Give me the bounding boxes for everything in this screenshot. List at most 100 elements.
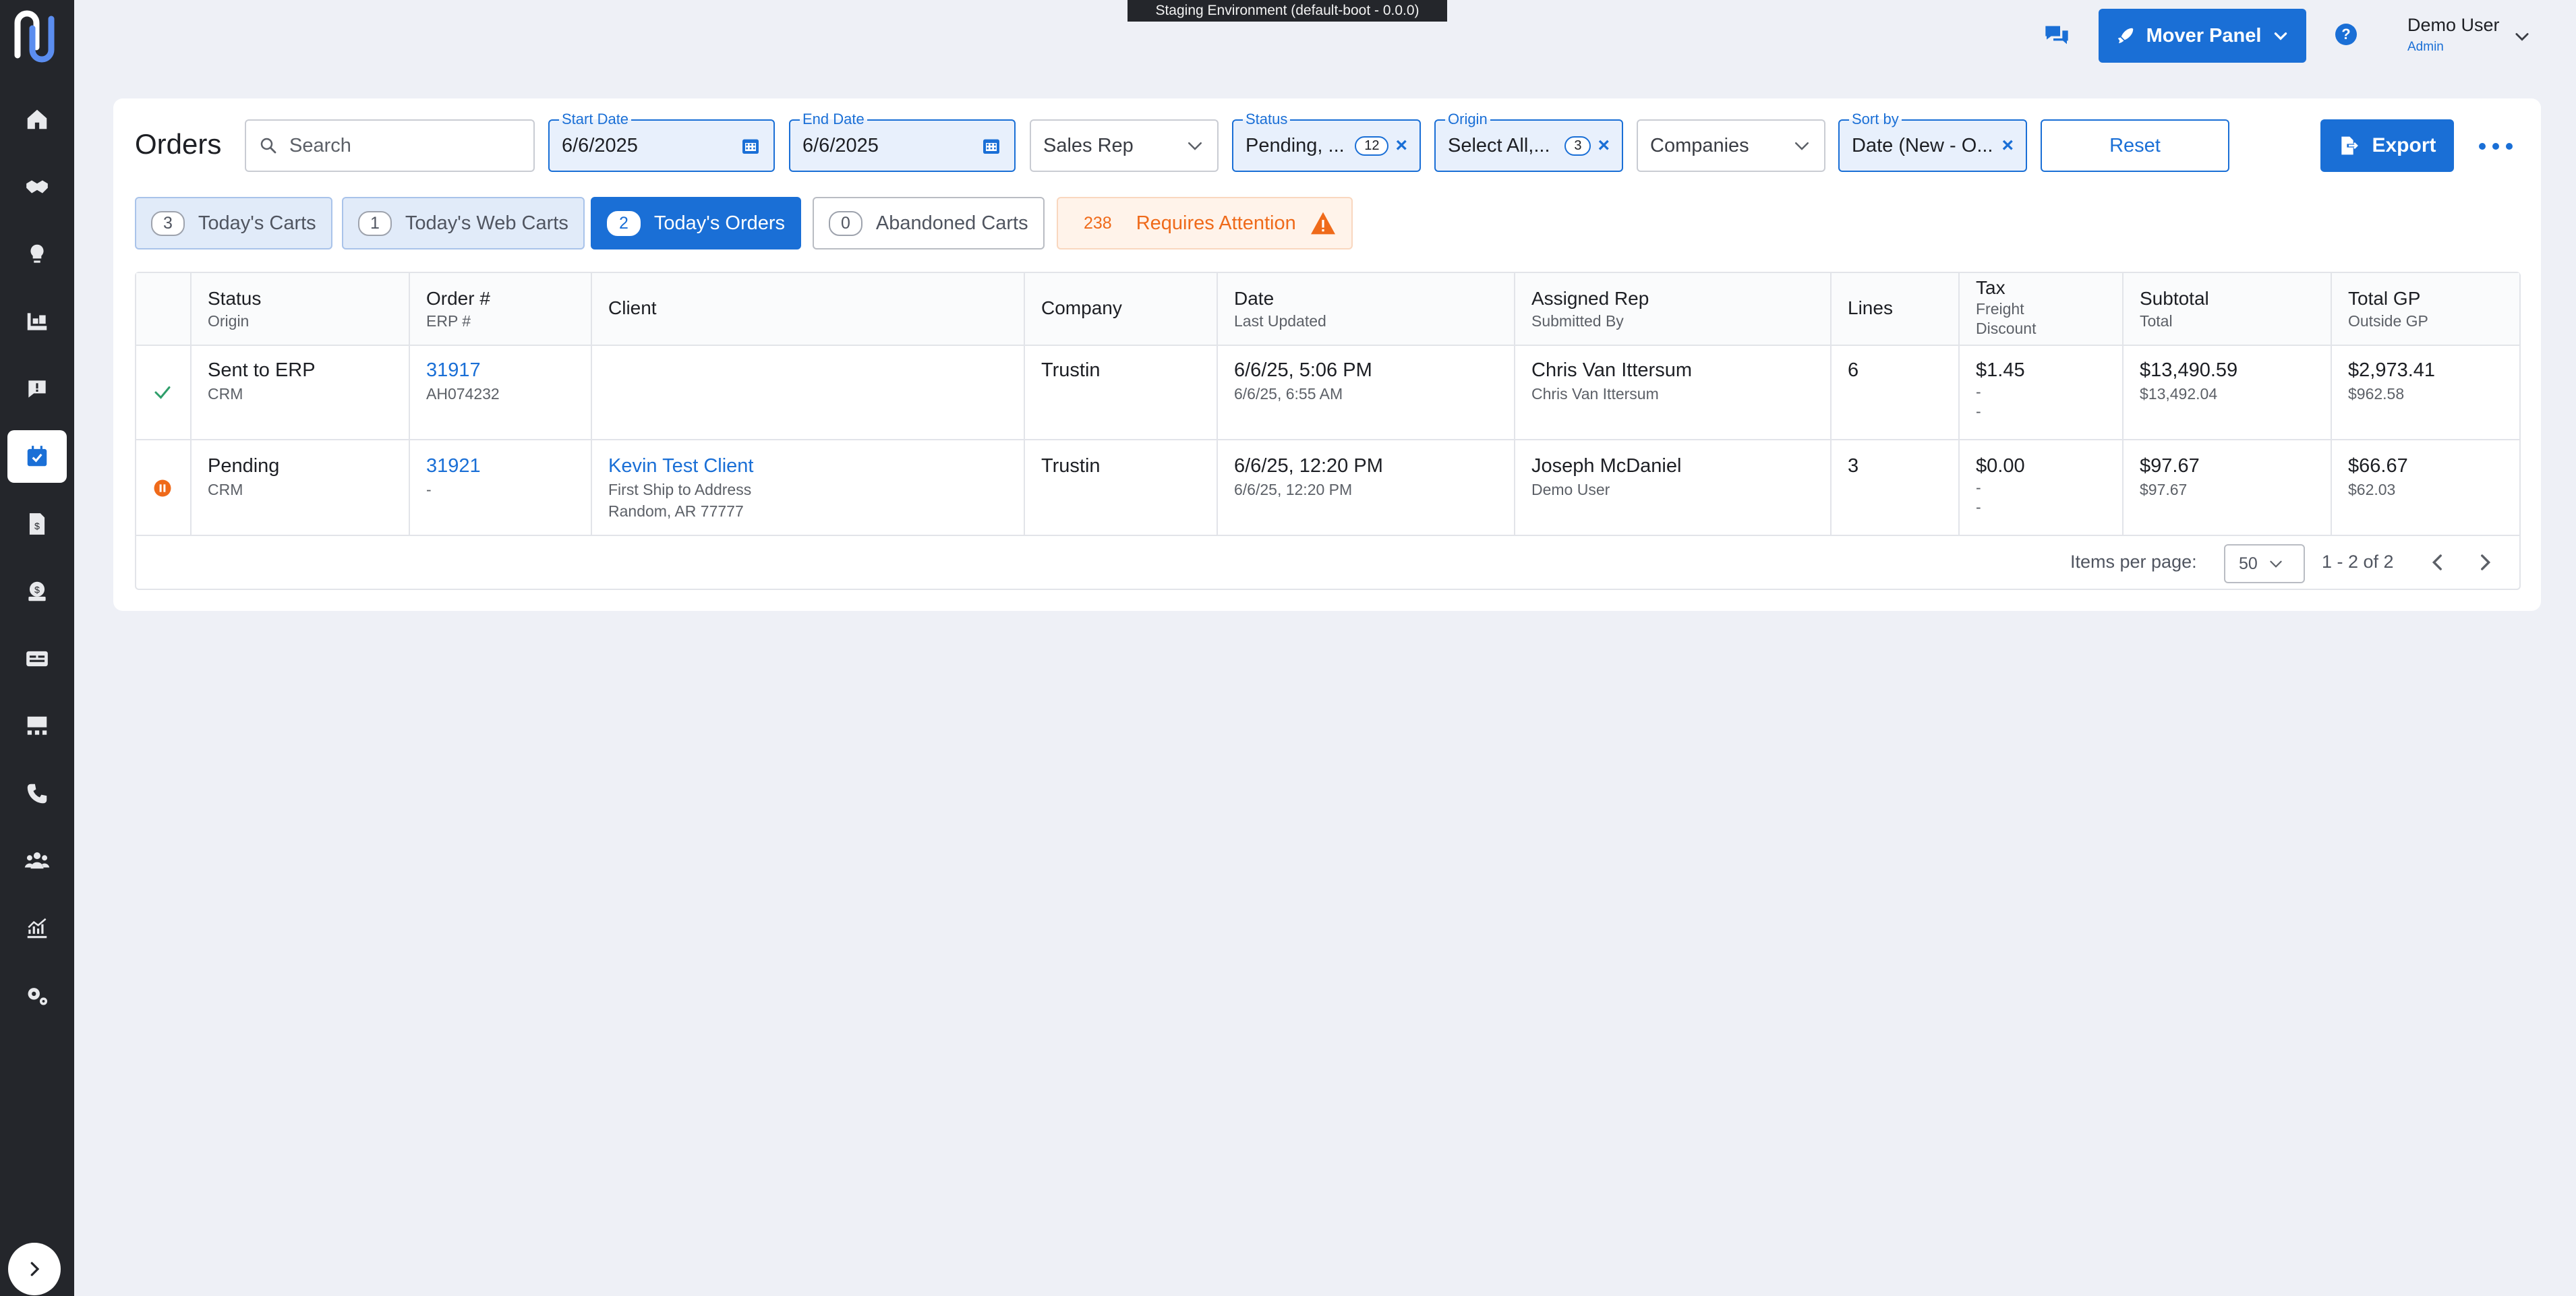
nav-calls[interactable] [7, 767, 67, 820]
nav-team[interactable] [7, 835, 67, 887]
mover-panel-button[interactable]: Mover Panel [2099, 9, 2306, 63]
table-row[interactable]: Pending CRM 31921 - Kevin Test Client Fi… [136, 440, 2519, 536]
cell-client [592, 345, 1025, 439]
nav-settings[interactable] [7, 970, 67, 1022]
end-date-field[interactable]: End Date 6/6/2025 [789, 111, 1016, 172]
user-role: Admin [2407, 40, 2444, 54]
tab-todays-carts[interactable]: 3 Today's Carts [135, 197, 332, 249]
tax-amount: $0.00 [1976, 455, 2025, 477]
calendar-icon[interactable] [980, 135, 1002, 156]
order-status: Pending [208, 455, 280, 477]
export-button[interactable]: Export [2320, 119, 2454, 172]
clear-status-icon[interactable]: × [1395, 134, 1407, 157]
next-page-icon[interactable] [2473, 551, 2496, 574]
tab-label: Today's Orders [653, 212, 786, 234]
help-button[interactable]: ? [2335, 24, 2357, 45]
nav-warehouse[interactable] [7, 295, 67, 348]
sort-by-select[interactable]: Sort by Date (New - O... × [1838, 111, 2027, 172]
header-label: Order # [426, 288, 490, 309]
origin-filter[interactable]: Origin Select All,... 3 × [1434, 111, 1623, 172]
nav-invoices[interactable]: $ [7, 498, 67, 550]
tab-requires-attention[interactable]: 238 Requires Attention [1057, 197, 1353, 249]
orders-table: Status Origin Order # ERP # Client Compa… [135, 272, 2521, 590]
cell-rep: Chris Van Ittersum Chris Van Ittersum [1515, 345, 1832, 439]
status-count-badge: 12 [1355, 136, 1389, 156]
header-label: Tax [1976, 277, 2006, 298]
search-input[interactable] [288, 134, 545, 158]
end-date-label: End Date [800, 111, 867, 128]
start-date-label: Start Date [559, 111, 632, 128]
client-address-line: First Ship to Address [608, 481, 752, 498]
nav-payments[interactable]: $ [7, 565, 67, 618]
tab-todays-web-carts[interactable]: 1 Today's Web Carts [342, 197, 585, 249]
header-sublabel: Outside GP [2348, 312, 2428, 330]
line-count: 6 [1848, 359, 1859, 381]
nav-cards[interactable] [7, 632, 67, 685]
user-chevron-down-icon[interactable] [2513, 27, 2531, 46]
client-link[interactable]: Kevin Test Client [608, 455, 1024, 477]
header-order[interactable]: Order # ERP # [410, 273, 592, 345]
nav-org[interactable] [7, 700, 67, 753]
header-lines[interactable]: Lines [1832, 273, 1960, 345]
header-date[interactable]: Date Last Updated [1218, 273, 1515, 345]
page-title: Orders [135, 128, 222, 160]
nav-ideas[interactable] [7, 228, 67, 281]
settings-icon [28, 988, 48, 1005]
user-menu[interactable]: Demo User Admin [2407, 15, 2500, 55]
cell-lines: 6 [1832, 345, 1960, 439]
phone-icon [27, 784, 47, 804]
header-status[interactable]: Status Origin [192, 273, 410, 345]
dot-icon [2492, 143, 2499, 150]
order-number-link[interactable]: 31921 [426, 455, 591, 477]
expand-sidebar-button[interactable] [8, 1243, 61, 1295]
previous-page-icon[interactable] [2426, 551, 2449, 574]
tab-todays-orders[interactable]: 2 Today's Orders [591, 197, 802, 249]
more-options-button[interactable] [2479, 135, 2513, 158]
start-date-field[interactable]: Start Date 6/6/2025 [548, 111, 775, 172]
calendar-icon[interactable] [740, 135, 761, 156]
outside-gp: $962.58 [2348, 385, 2405, 403]
header-sublabel: ERP # [426, 312, 471, 330]
clear-origin-icon[interactable]: × [1598, 134, 1610, 157]
dot-icon [2506, 143, 2513, 150]
search-field[interactable] [245, 119, 545, 172]
reset-button[interactable]: Reset [2041, 119, 2229, 172]
header-subtotal[interactable]: Subtotal Total [2124, 273, 2332, 345]
sales-rep-select[interactable]: Sales Rep [1030, 119, 1219, 172]
pagination-range: 1 - 2 of 2 [2322, 552, 2394, 572]
nav-orders[interactable] [7, 430, 67, 483]
cell-status: Sent to ERP CRM [192, 345, 410, 439]
header-label: Client [608, 297, 657, 318]
status-filter[interactable]: Status Pending, ... 12 × [1232, 111, 1421, 172]
items-per-page-select[interactable]: 50 [2224, 544, 2305, 583]
clear-sort-icon[interactable]: × [2001, 134, 2014, 157]
file-export-icon [2341, 136, 2359, 155]
environment-banner: Staging Environment (default-boot - 0.0.… [1128, 0, 1447, 22]
header-company[interactable]: Company [1025, 273, 1218, 345]
tab-abandoned-carts[interactable]: 0 Abandoned Carts [813, 197, 1045, 249]
discount-amount: - [1976, 498, 1981, 516]
cell-order: 31917 AH074232 [410, 345, 592, 439]
start-date-value: 6/6/2025 [562, 134, 638, 156]
app-logo[interactable] [8, 8, 65, 65]
header-client[interactable]: Client [592, 273, 1025, 345]
cell-lines: 3 [1832, 440, 1960, 535]
items-per-page-value: 50 [2239, 554, 2258, 573]
header-rep[interactable]: Assigned Rep Submitted By [1515, 273, 1832, 345]
header-tax[interactable]: Tax Freight Discount [1960, 273, 2124, 345]
order-number-link[interactable]: 31917 [426, 359, 591, 382]
table-row[interactable]: Sent to ERP CRM 31917 AH074232 Trustin 6… [136, 345, 2519, 440]
chat-icon[interactable] [2043, 22, 2070, 49]
people-icon [24, 852, 50, 869]
nav-deals[interactable] [7, 160, 67, 213]
header-gp[interactable]: Total GP Outside GP [2332, 273, 2519, 345]
nav-analytics[interactable] [7, 902, 67, 955]
home-icon [27, 109, 47, 129]
origin-filter-value: Select All,... [1448, 134, 1550, 156]
nav-home[interactable] [7, 93, 67, 146]
tab-count: 1 [358, 210, 392, 236]
tab-label: Today's Carts [198, 212, 316, 234]
nav-feedback[interactable] [7, 363, 67, 415]
companies-select[interactable]: Companies [1637, 119, 1825, 172]
warehouse-icon [27, 313, 47, 330]
